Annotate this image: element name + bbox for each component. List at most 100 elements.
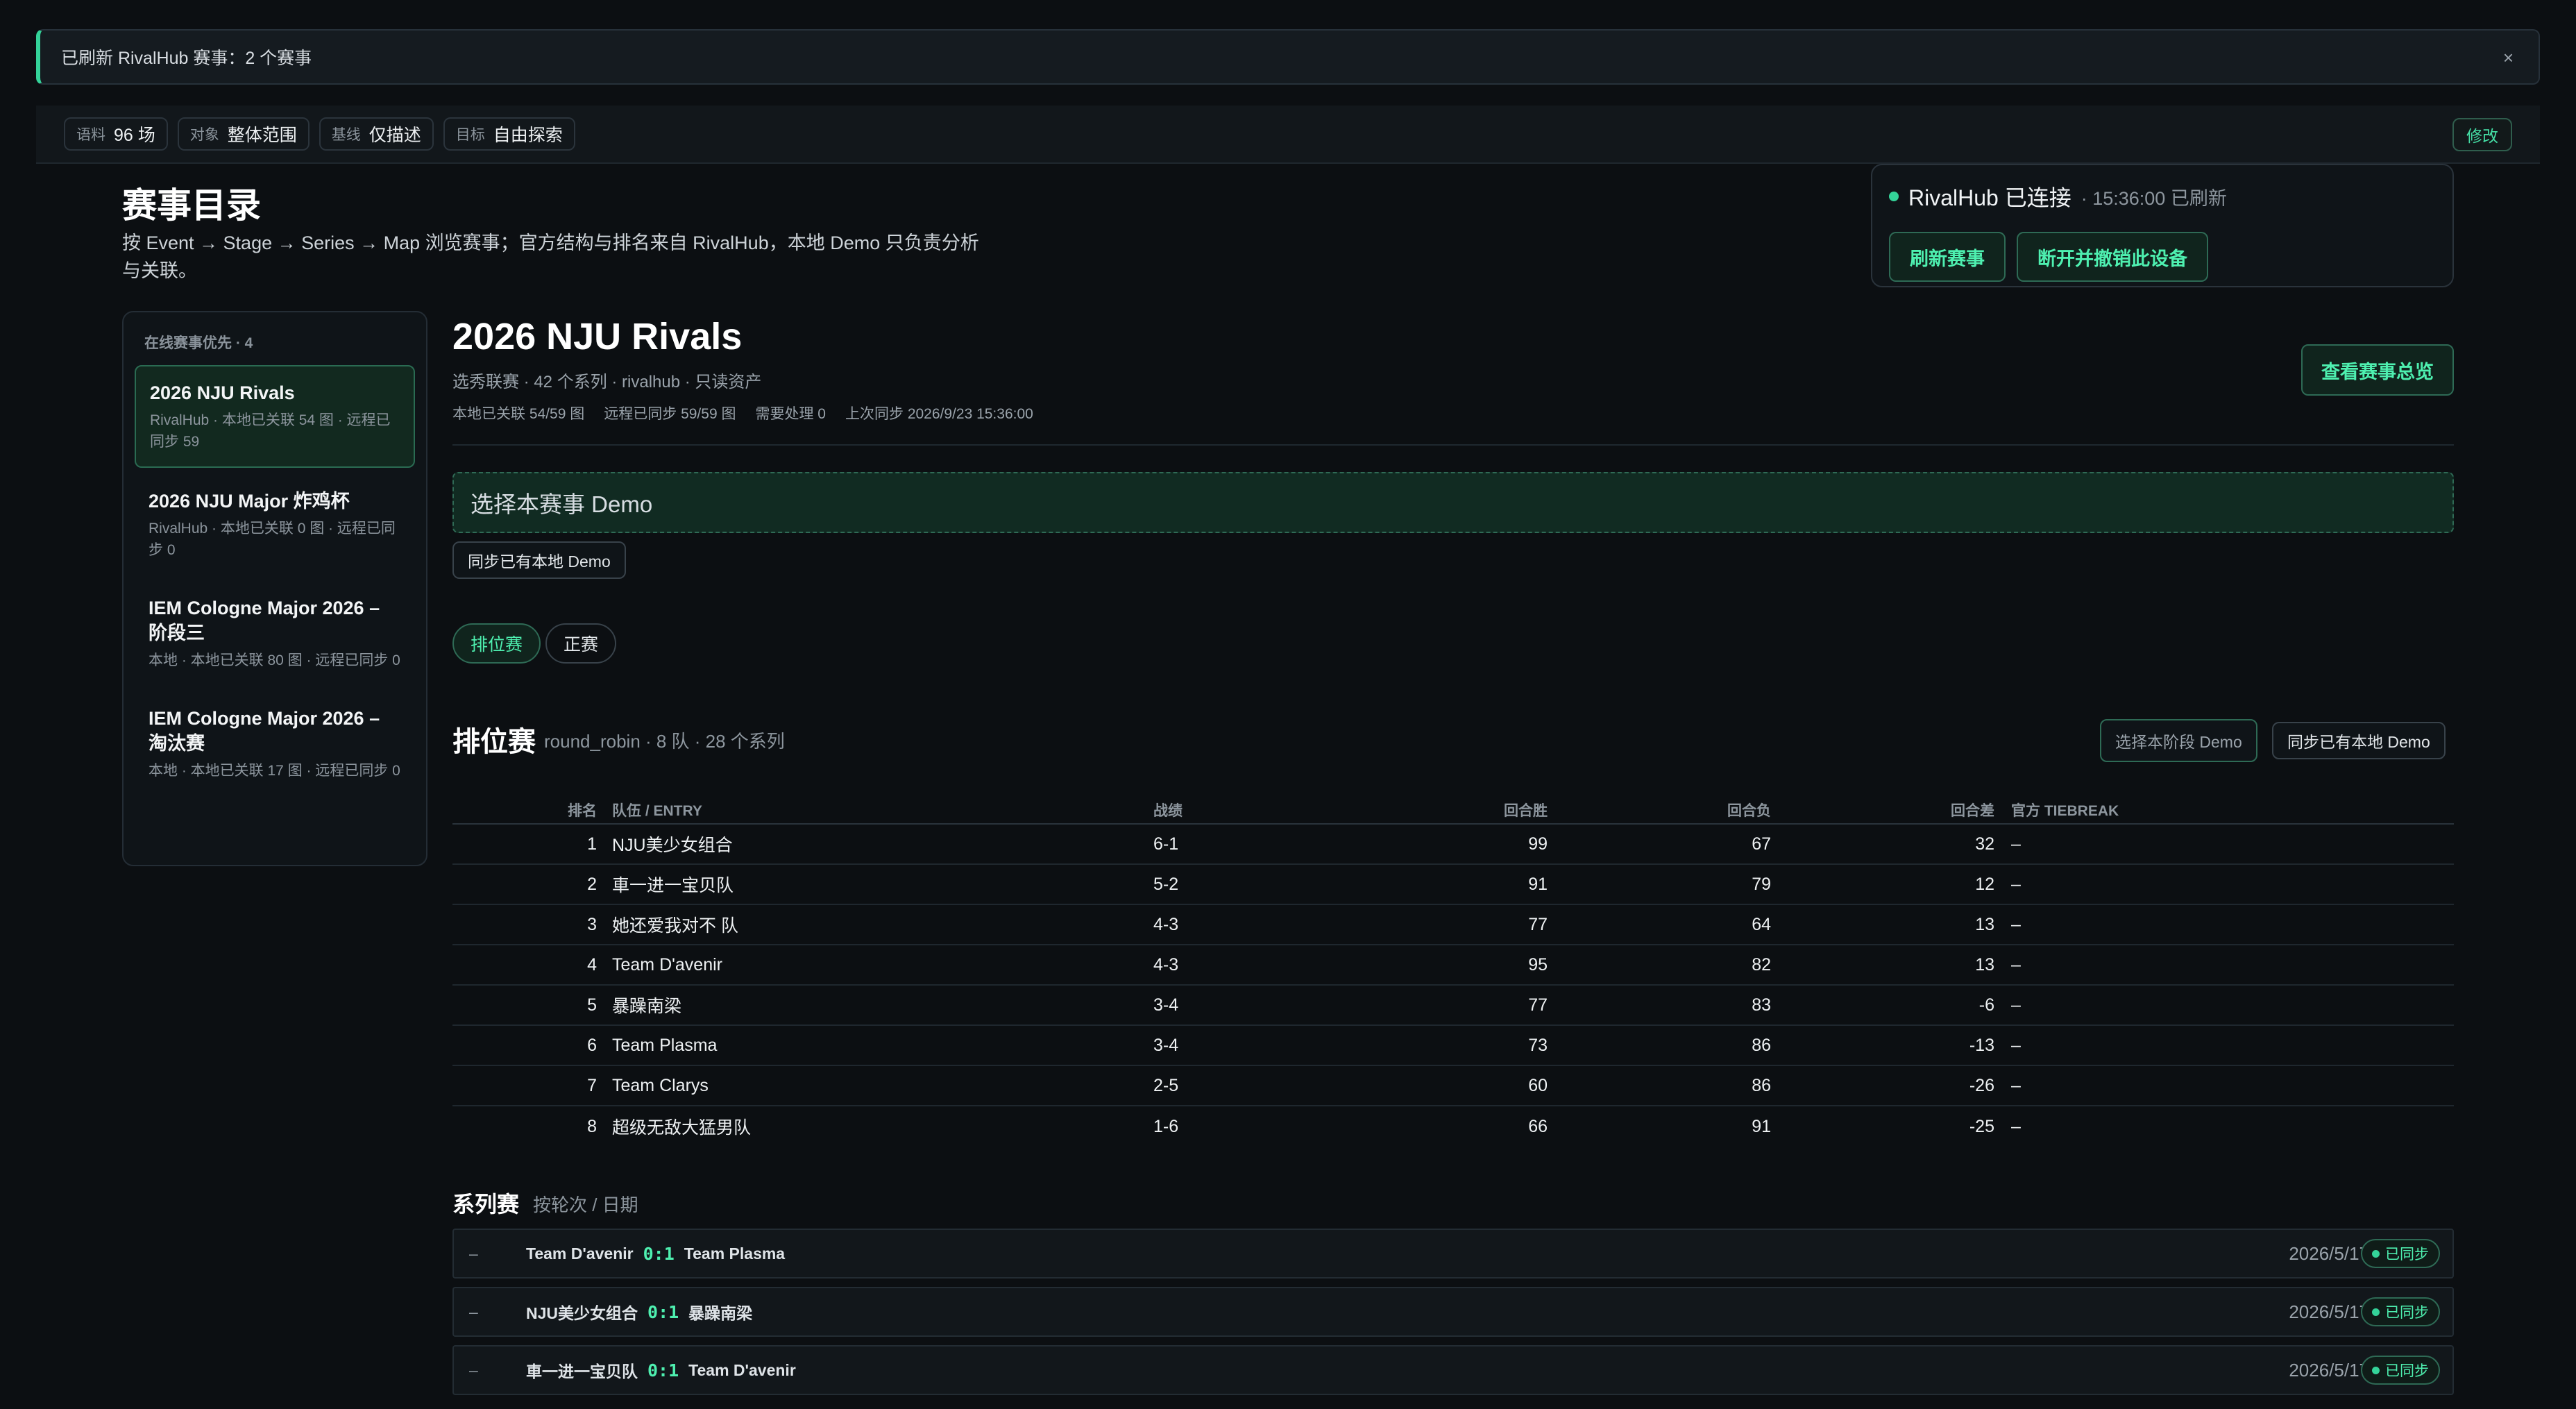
sync-local-demo-button[interactable]: 同步已有本地 Demo [452,541,626,579]
tab-ranking-stage[interactable]: 排位赛 [452,623,541,664]
cell-team: NJU美少女组合 [612,836,733,855]
cell-rounds-won: 99 [1528,834,1548,854]
filter-chip-corpus[interactable]: 语料 96 场 [64,117,168,151]
table-row[interactable]: 3 她还爱我对不 队 4-3 77 64 13 – [452,905,2454,945]
cell-record: 4-3 [1153,914,1179,934]
cell-rank: 2 [587,874,597,894]
cell-rounds-lost: 82 [1752,954,1771,975]
select-event-demo-dropzone[interactable]: 选择本赛事 Demo [452,472,2454,533]
cell-tiebreak: – [2011,834,2021,854]
event-item-detail: 本地 · 本地已关联 80 图 · 远程已同步 0 [149,652,400,668]
cell-record: 6-1 [1153,834,1179,854]
status-dot-icon [2372,1249,2380,1258]
meta-last-sync: 上次同步 2026/9/23 15:36:00 [845,406,1033,422]
cell-rounds-lost: 64 [1752,914,1771,934]
col-rank-header: 排名 [568,803,597,819]
meta-remote-synced: 远程已同步 59/59 图 [604,406,736,422]
status-badge-label: 已同步 [2385,1305,2429,1321]
sidebar-event-item[interactable]: IEM Cologne Major 2026 – 淘汰赛 本地 · 本地已关联 … [135,692,415,795]
cell-team: Team D'avenir [612,954,722,975]
standings-table: 排名 队伍 / ENTRY 战绩 回合胜 回合负 回合差 官方 TIEBREAK… [452,797,2454,1147]
filter-chip-target[interactable]: 对象 整体范围 [177,117,310,151]
series-row[interactable]: – 車一进一宝贝队 0:1 Team D'avenir 2026/5/17 已同… [452,1345,2454,1395]
table-row[interactable]: 5 暴躁南梁 3-4 77 83 -6 – [452,986,2454,1026]
cell-rank: 6 [587,1035,597,1055]
series-round: – [469,1244,478,1263]
sidebar-header: 在线赛事优先 · 4 [144,335,253,351]
filter-chip-goal[interactable]: 目标 自由探索 [443,117,575,151]
cell-record: 2-5 [1153,1075,1179,1095]
table-row[interactable]: 2 車一进一宝贝队 5-2 91 79 12 – [452,865,2454,905]
series-date: 2026/5/17 [2289,1242,2369,1264]
cell-rank: 8 [587,1116,597,1136]
cell-team: 超级无敌大猛男队 [612,1118,752,1138]
filter-key: 语料 [76,127,105,143]
cell-rounds-lost: 86 [1752,1035,1771,1055]
cell-rounds-won: 73 [1528,1035,1548,1055]
event-item-title: 2026 NJU Rivals [150,382,295,403]
sync-stage-demo-button[interactable]: 同步已有本地 Demo [2272,722,2446,759]
cell-rank: 3 [587,914,597,934]
select-stage-demo-button[interactable]: 选择本阶段 Demo [2100,719,2257,762]
series-score: 0:1 [647,1301,679,1322]
sidebar-event-item[interactable]: 2026 NJU Rivals RivalHub · 本地已关联 54 图 · … [135,365,415,468]
cell-team: 車一进一宝贝队 [612,876,734,895]
cell-round-diff: 32 [1975,834,1994,854]
cell-round-diff: -13 [1969,1035,1994,1055]
filter-key: 对象 [189,127,219,143]
disconnect-button[interactable]: 断开并撤销此设备 [2017,232,2208,282]
cell-round-diff: 13 [1975,914,1994,934]
table-row[interactable]: 1 NJU美少女组合 6-1 99 67 32 – [452,825,2454,865]
cell-tiebreak: – [2011,995,2021,1015]
cell-rounds-lost: 83 [1752,995,1771,1015]
series-date: 2026/5/17 [2289,1359,2369,1381]
cell-rounds-lost: 67 [1752,834,1771,854]
event-sidebar: 在线赛事优先 · 4 2026 NJU Rivals RivalHub · 本地… [122,311,427,866]
series-score: 0:1 [647,1360,679,1381]
series-round: – [469,1302,478,1321]
meta-local-linked: 本地已关联 54/59 图 [452,406,585,422]
series-row[interactable]: – NJU美少女组合 0:1 暴躁南梁 2026/5/17 已同步 [452,1287,2454,1337]
col-record-header: 战绩 [1153,803,1183,819]
cell-team: Team Plasma [612,1035,718,1055]
filter-bar: 语料 96 场 对象 整体范围 基线 仅描述 目标 自由探索 修改 [36,106,2540,164]
edit-filters-button[interactable]: 修改 [2452,118,2512,151]
tab-main-stage[interactable]: 正赛 [545,623,617,664]
event-subtitle: 选秀联赛 · 42 个系列 · rivalhub · 只读资产 [452,373,762,391]
filter-key: 目标 [455,127,485,143]
cell-tiebreak: – [2011,1116,2021,1136]
filter-chip-baseline[interactable]: 基线 仅描述 [319,117,434,151]
cell-round-diff: -6 [1978,995,1994,1015]
series-row[interactable]: – Team D'avenir 0:1 Team Plasma 2026/5/1… [452,1229,2454,1279]
table-row[interactable]: 4 Team D'avenir 4-3 95 82 13 – [452,945,2454,986]
cell-rounds-won: 77 [1528,995,1548,1015]
cell-rounds-won: 66 [1528,1116,1548,1136]
table-row[interactable]: 8 超级无敌大猛男队 1-6 66 91 -25 – [452,1106,2454,1147]
close-icon[interactable]: × [2503,47,2514,69]
series-team-b: Team Plasma [684,1244,786,1263]
divider [452,444,2454,446]
stage-subtitle: round_robin · 8 队 · 28 个系列 [544,731,785,752]
series-round: – [469,1360,478,1379]
table-row[interactable]: 6 Team Plasma 3-4 73 86 -13 – [452,1026,2454,1066]
cell-rounds-won: 91 [1528,874,1548,894]
cell-round-diff: 13 [1975,954,1994,975]
refresh-events-button[interactable]: 刷新赛事 [1889,232,2006,282]
sidebar-event-item[interactable]: IEM Cologne Major 2026 – 阶段三 本地 · 本地已关联 … [135,582,415,685]
cell-tiebreak: – [2011,914,2021,934]
cell-rounds-won: 77 [1528,914,1548,934]
col-team-header: 队伍 / ENTRY [612,803,702,819]
table-row[interactable]: 7 Team Clarys 2-5 60 86 -26 – [452,1066,2454,1106]
cell-rounds-lost: 86 [1752,1075,1771,1095]
page-title: 赛事目录 [122,186,261,225]
event-item-detail: RivalHub · 本地已关联 0 图 · 远程已同步 0 [149,521,396,558]
filter-value: 96 场 [114,126,155,145]
filter-value: 仅描述 [368,126,421,145]
col-rounds-won-header: 回合胜 [1504,803,1548,819]
col-rounds-lost-header: 回合负 [1727,803,1771,819]
status-dot-icon [1889,192,1899,201]
event-overview-button[interactable]: 查看赛事总览 [2301,344,2454,396]
toast-text: 已刷新 RivalHub 赛事：2 个赛事 [61,49,312,68]
filter-value: 整体范围 [227,126,297,145]
sidebar-event-item[interactable]: 2026 NJU Major 炸鸡杯 RivalHub · 本地已关联 0 图 … [135,475,415,575]
